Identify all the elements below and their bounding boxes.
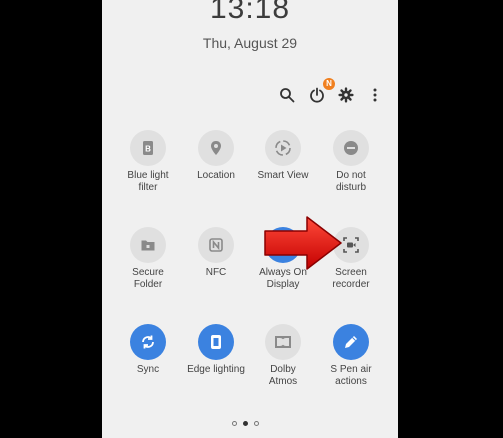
location-icon [198,130,234,166]
tile-label: Dolby Atmos [268,364,298,387]
tile-nfc[interactable]: NFC [179,227,253,279]
search-icon [280,88,295,103]
tile-do-not-disturb[interactable]: Do not disturb [314,130,388,194]
more-vert-icon [373,88,377,102]
tile-smart-view[interactable]: Smart View [246,130,320,182]
tile-s-pen-air-actions[interactable]: S Pen air actions [314,324,388,388]
spen-icon [333,324,369,360]
tile-blue-light-filter[interactable]: B Blue light filter [111,130,185,194]
bluelight-icon: B [130,130,166,166]
securefolder-icon [130,227,166,263]
tile-secure-folder[interactable]: Secure Folder [111,227,185,291]
tile-label: Smart View [257,170,309,181]
svg-text:B: B [145,145,151,154]
dolby-icon [265,324,301,360]
notification-badge: N [323,78,335,90]
tile-label: NFC [205,267,227,278]
edgelighting-icon [198,324,234,360]
dnd-icon [333,130,369,166]
power-button[interactable]: N [306,78,335,106]
gear-icon [338,87,354,103]
tile-label: Secure Folder [132,267,164,290]
page-dot-current[interactable] [243,421,248,426]
power-icon [310,87,324,103]
page-dot[interactable] [232,421,237,426]
nfc-icon [198,227,234,263]
tile-label: Location [197,170,235,181]
page-indicator [232,421,259,426]
smartview-icon [265,130,301,166]
sync-icon [130,324,166,360]
date: Thu, August 29 [202,35,298,51]
tile-edge-lighting[interactable]: Edge lighting [179,324,253,376]
tile-label: Do not disturb [335,170,366,193]
red-arrow-icon [264,216,342,270]
settings-button[interactable] [335,84,357,106]
tile-dolby-atmos[interactable]: Dolby Atmos [246,324,320,388]
quick-panel: 13:18 Thu, August 29 N B Blue light filt… [102,0,398,438]
tile-sync[interactable]: Sync [111,324,185,376]
tile-label: S Pen air actions [330,364,372,387]
tile-label: Sync [136,364,160,375]
clock: 13:18 [209,0,291,25]
tile-location[interactable]: Location [179,130,253,182]
tile-label: Edge lighting [187,364,245,375]
page-dot[interactable] [254,421,259,426]
more-options-button[interactable] [364,84,386,106]
tile-label: Blue light filter [127,170,169,193]
search-button[interactable] [276,84,298,106]
